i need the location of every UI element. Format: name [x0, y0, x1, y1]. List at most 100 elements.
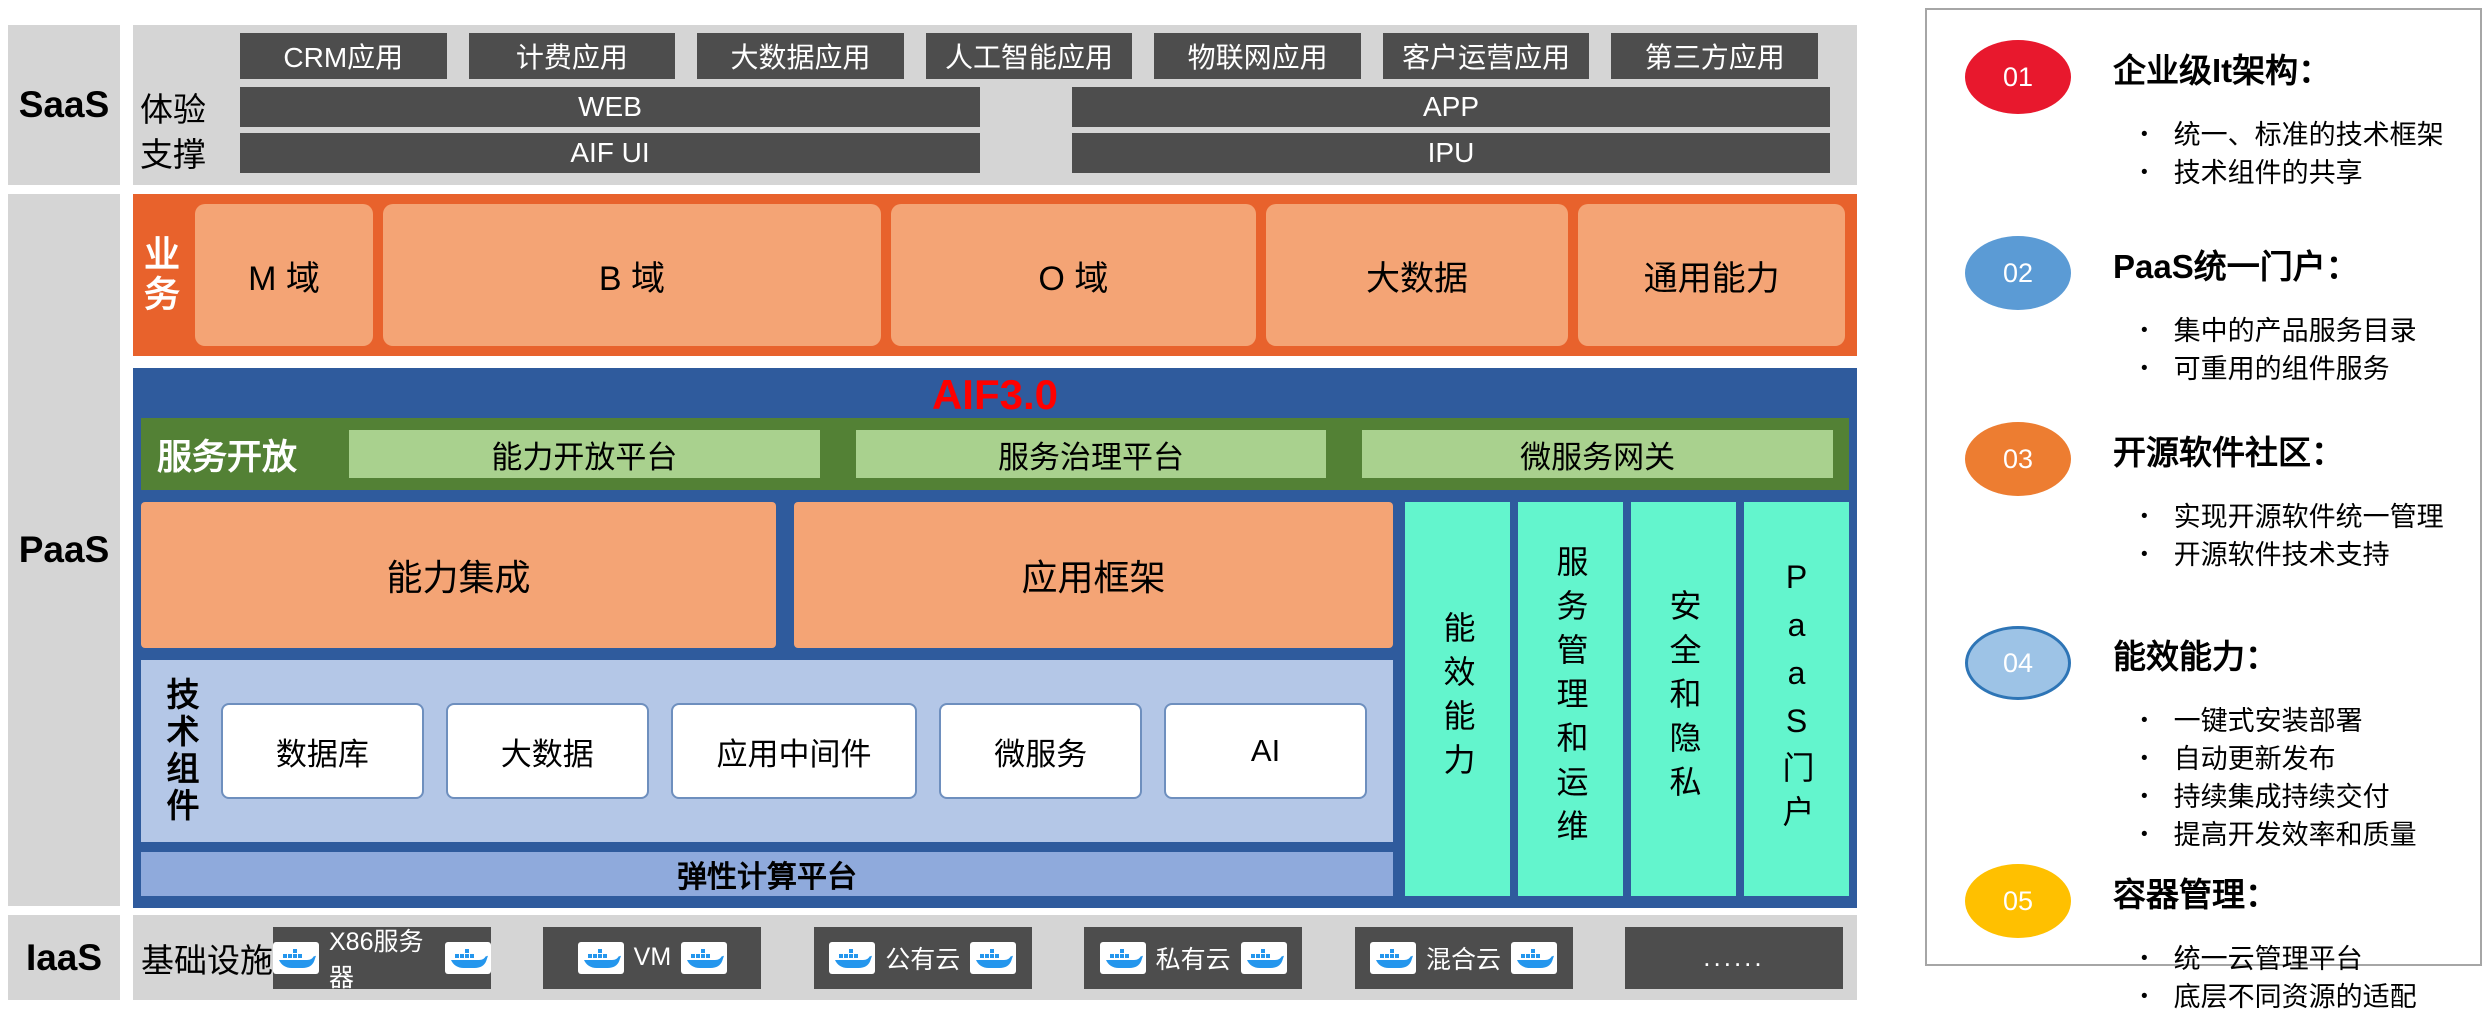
legend-item-03: 03 开源软件社区： •实现开源软件统一管理 •开源软件技术支持 [1965, 422, 2462, 574]
service-open-bar: 服务开放 能力开放平台 服务治理平台 微服务网关 [141, 418, 1849, 490]
legend-title-03: 开源软件社区： [2113, 426, 2444, 474]
iaas-node-label: 私有云 [1156, 940, 1231, 976]
iaas-node-label: 混合云 [1426, 940, 1501, 976]
experience-support-line2: 支撑 [140, 132, 240, 177]
business-cell-bigdata: 大数据 [1266, 204, 1568, 346]
iaas-node-label: VM [634, 943, 672, 972]
service-governance-platform-box: 服务治理平台 [856, 430, 1327, 478]
docker-icon [970, 942, 1016, 974]
bullet-text: 持续集成持续交付 [2174, 778, 2390, 816]
paas-container: AIF3.0 服务开放 能力开放平台 服务治理平台 微服务网关 能力集成 应用框… [133, 368, 1857, 908]
legend-item-05: 05 容器管理： •统一云管理平台 •底层不同资源的适配 [1965, 864, 2462, 1016]
docker-icon [1370, 942, 1416, 974]
app-box-customer-ops: 客户运营应用 [1383, 33, 1590, 79]
legend-bullets-02: •集中的产品服务目录 •可重用的组件服务 [2113, 312, 2417, 388]
aif-ui-bar: AIF UI [240, 133, 980, 173]
ipu-bar: IPU [1072, 133, 1830, 173]
business-label-text: 业务 [133, 235, 185, 315]
layer-label-saas: SaaS [8, 25, 120, 185]
bullet-text: 一键式安装部署 [2174, 702, 2363, 740]
docker-icon [1100, 942, 1146, 974]
architecture-diagram: SaaS PaaS IaaS CRM应用 计费应用 大数据应用 人工智能应用 物… [0, 0, 2490, 1010]
app-box-bigdata: 大数据应用 [697, 33, 904, 79]
legend-bullet: •实现开源软件统一管理 [2141, 498, 2444, 536]
layer-label-paas: PaaS [8, 194, 120, 906]
web-bar: WEB [240, 87, 980, 127]
legend-bullet: •统一云管理平台 [2141, 940, 2417, 978]
experience-support-label: 体验 支撑 [140, 87, 240, 177]
docker-icon [681, 942, 727, 974]
legend-item-04: 04 能效能力： • 一键式安装部署 • 自动更新发布 • 持续集成持续交付 •提高开… [1965, 626, 2462, 854]
capability-open-platform-box: 能力开放平台 [349, 430, 820, 478]
pillar-paas-portal-text: PaaS门户 [1774, 559, 1820, 839]
docker-icon [1241, 942, 1287, 974]
bullet-text: 提高开发效率和质量 [2174, 816, 2417, 854]
legend-title-01: 企业级It架构： [2113, 44, 2444, 92]
iaas-node-label: X86服务器 [329, 922, 435, 994]
app-box-billing: 计费应用 [469, 33, 676, 79]
legend-bullet: • 一键式安装部署 [2141, 702, 2417, 740]
legend-bullet: •底层不同资源的适配 [2141, 978, 2417, 1016]
iaas-node-vm: VM [543, 927, 761, 989]
integration-row: 能力集成 应用框架 [141, 502, 1393, 648]
legend-title-05: 容器管理： [2113, 868, 2417, 916]
iaas-node-private-cloud: 私有云 [1084, 927, 1302, 989]
bullet-text: 统一云管理平台 [2174, 940, 2363, 978]
legend-body-03: 开源软件社区： •实现开源软件统一管理 • 开源软件技术支持 [2113, 422, 2444, 574]
pillar-security-privacy: 安全和隐私 [1631, 502, 1736, 896]
legend-bullet: •提高开发效率和质量 [2141, 816, 2417, 854]
iaas-node-hybrid-cloud: 混合云 [1355, 927, 1573, 989]
docker-icon [445, 942, 491, 974]
legend-bullet: •技术组件的共享 [2141, 154, 2444, 192]
service-open-label: 服务开放 [141, 429, 313, 480]
saas-app-row: CRM应用 计费应用 大数据应用 人工智能应用 物联网应用 客户运营应用 第三方… [240, 33, 1818, 79]
app-box-ai: 人工智能应用 [926, 33, 1133, 79]
business-cell-o-domain: O 域 [891, 204, 1256, 346]
saas-band: CRM应用 计费应用 大数据应用 人工智能应用 物联网应用 客户运营应用 第三方… [133, 25, 1857, 185]
bullet-dot: • [2141, 778, 2148, 816]
legend-title-04: 能效能力： [2113, 630, 2417, 678]
aif-title: AIF3.0 [141, 372, 1849, 418]
pillar-efficiency-text: 能效能力 [1435, 611, 1481, 787]
app-box-crm: CRM应用 [240, 33, 447, 79]
tech-components-panel: 技术组件 数据库 大数据 应用中间件 微服务 AI [141, 660, 1393, 842]
bullet-dot: • [2141, 312, 2148, 350]
legend-item-02: 02 PaaS统一门户： •集中的产品服务目录 •可重用的组件服务 [1965, 236, 2462, 388]
layer-label-iaas: IaaS [8, 915, 120, 1000]
app-channel-group: APP IPU [1072, 87, 1830, 177]
iaas-node-more: ...... [1625, 927, 1843, 989]
legend-badge-02: 02 [1965, 236, 2071, 310]
pillar-efficiency: 能效能力 [1405, 502, 1510, 896]
legend-bullet: •集中的产品服务目录 [2141, 312, 2417, 350]
bigdata-box: 大数据 [446, 703, 649, 799]
business-cell-m-domain: M 域 [195, 204, 373, 346]
legend-body-02: PaaS统一门户： •集中的产品服务目录 •可重用的组件服务 [2113, 236, 2417, 388]
bullet-dot: • [2141, 536, 2148, 574]
bullet-dot: • [2141, 740, 2148, 778]
docker-icon [829, 942, 875, 974]
bullet-dot: • [2141, 154, 2148, 192]
legend-badge-04: 04 [1965, 626, 2071, 700]
capability-integration-box: 能力集成 [141, 502, 776, 648]
bullet-text: 开源软件技术支持 [2174, 536, 2390, 574]
bullet-dot: • [2141, 116, 2148, 154]
legend-body-01: 企业级It架构： •统一、标准的技术框架 •技术组件的共享 [2113, 40, 2444, 192]
legend-item-01: 01 企业级It架构： •统一、标准的技术框架 •技术组件的共享 [1965, 40, 2462, 192]
pillar-service-mgmt-ops: 服务管理和运维 [1518, 502, 1623, 896]
bullet-dot: • [2141, 702, 2148, 740]
experience-support-line1: 体验 [140, 87, 240, 132]
business-label: 业务 [133, 204, 185, 346]
iaas-band: 基础设施 X86服务器 VM 公有云 [133, 915, 1857, 1000]
bullet-text: 自动更新发布 [2174, 740, 2336, 778]
iaas-node-x86: X86服务器 [273, 927, 491, 989]
bullet-dot: • [2141, 498, 2148, 536]
experience-support-row: 体验 支撑 WEB AIF UI APP IPU [140, 87, 1850, 177]
app-box-thirdparty: 第三方应用 [1611, 33, 1818, 79]
bullet-text: 底层不同资源的适配 [2174, 978, 2417, 1016]
legend-title-02: PaaS统一门户： [2113, 240, 2417, 288]
docker-icon [578, 942, 624, 974]
microservice-box: 微服务 [939, 703, 1142, 799]
ai-box: AI [1164, 703, 1367, 799]
app-framework-box: 应用框架 [794, 502, 1393, 648]
app-bar: APP [1072, 87, 1830, 127]
